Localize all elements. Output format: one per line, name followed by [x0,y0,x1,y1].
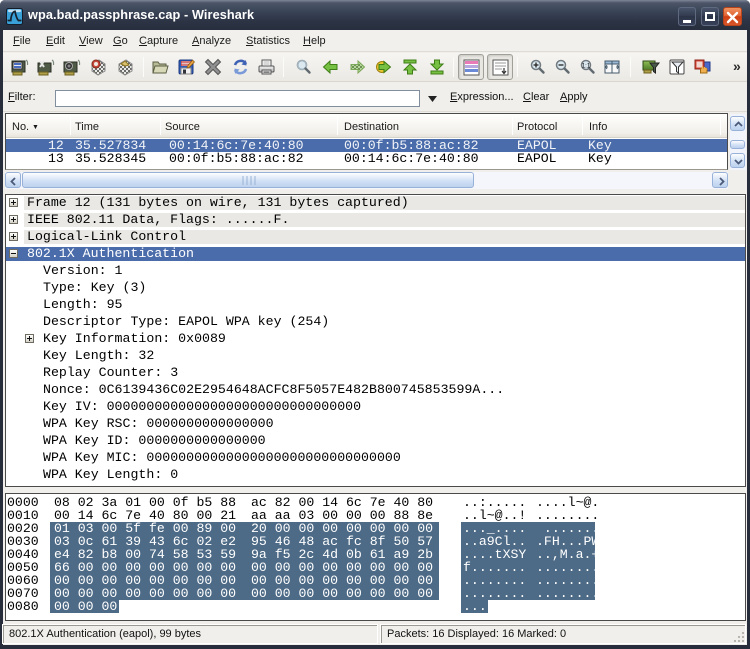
svg-text:1:1: 1:1 [582,64,591,70]
